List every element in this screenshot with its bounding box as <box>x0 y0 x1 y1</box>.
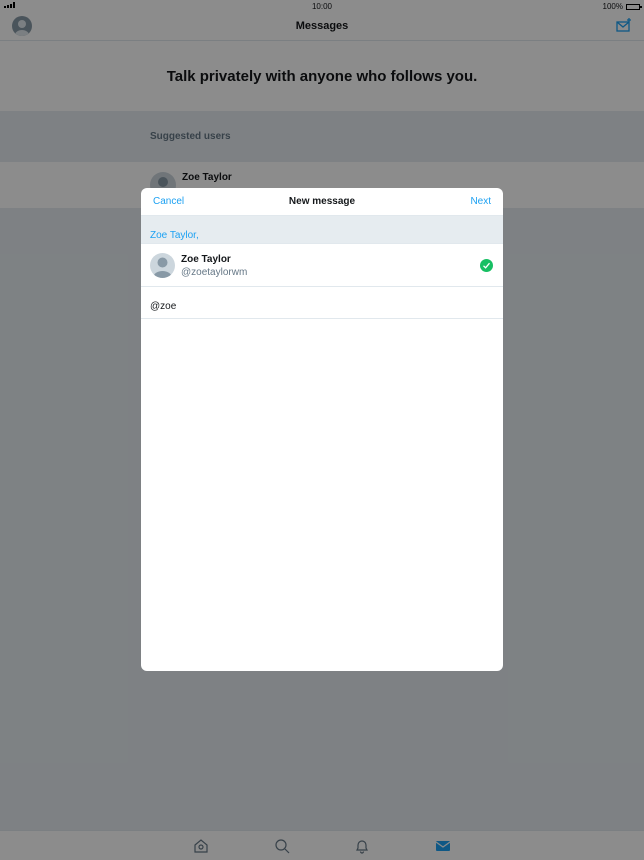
recipients-field[interactable]: Zoe Taylor, <box>141 216 503 244</box>
user-result-handle: @zoetaylorwm <box>181 267 248 278</box>
search-row <box>141 287 503 319</box>
modal-title: New message <box>288 196 356 207</box>
new-message-modal: Cancel New message Next Zoe Taylor, Zoe … <box>141 188 503 671</box>
selected-check-icon <box>480 259 493 272</box>
modal-header: Cancel New message Next <box>141 188 503 216</box>
user-result-name: Zoe Taylor <box>181 254 231 265</box>
recipient-token[interactable]: Zoe Taylor, <box>150 230 199 241</box>
user-search-input[interactable] <box>150 301 494 312</box>
avatar <box>150 253 175 278</box>
next-button[interactable]: Next <box>470 196 491 207</box>
person-icon <box>153 257 172 278</box>
user-result-row[interactable]: Zoe Taylor @zoetaylorwm <box>141 244 503 287</box>
